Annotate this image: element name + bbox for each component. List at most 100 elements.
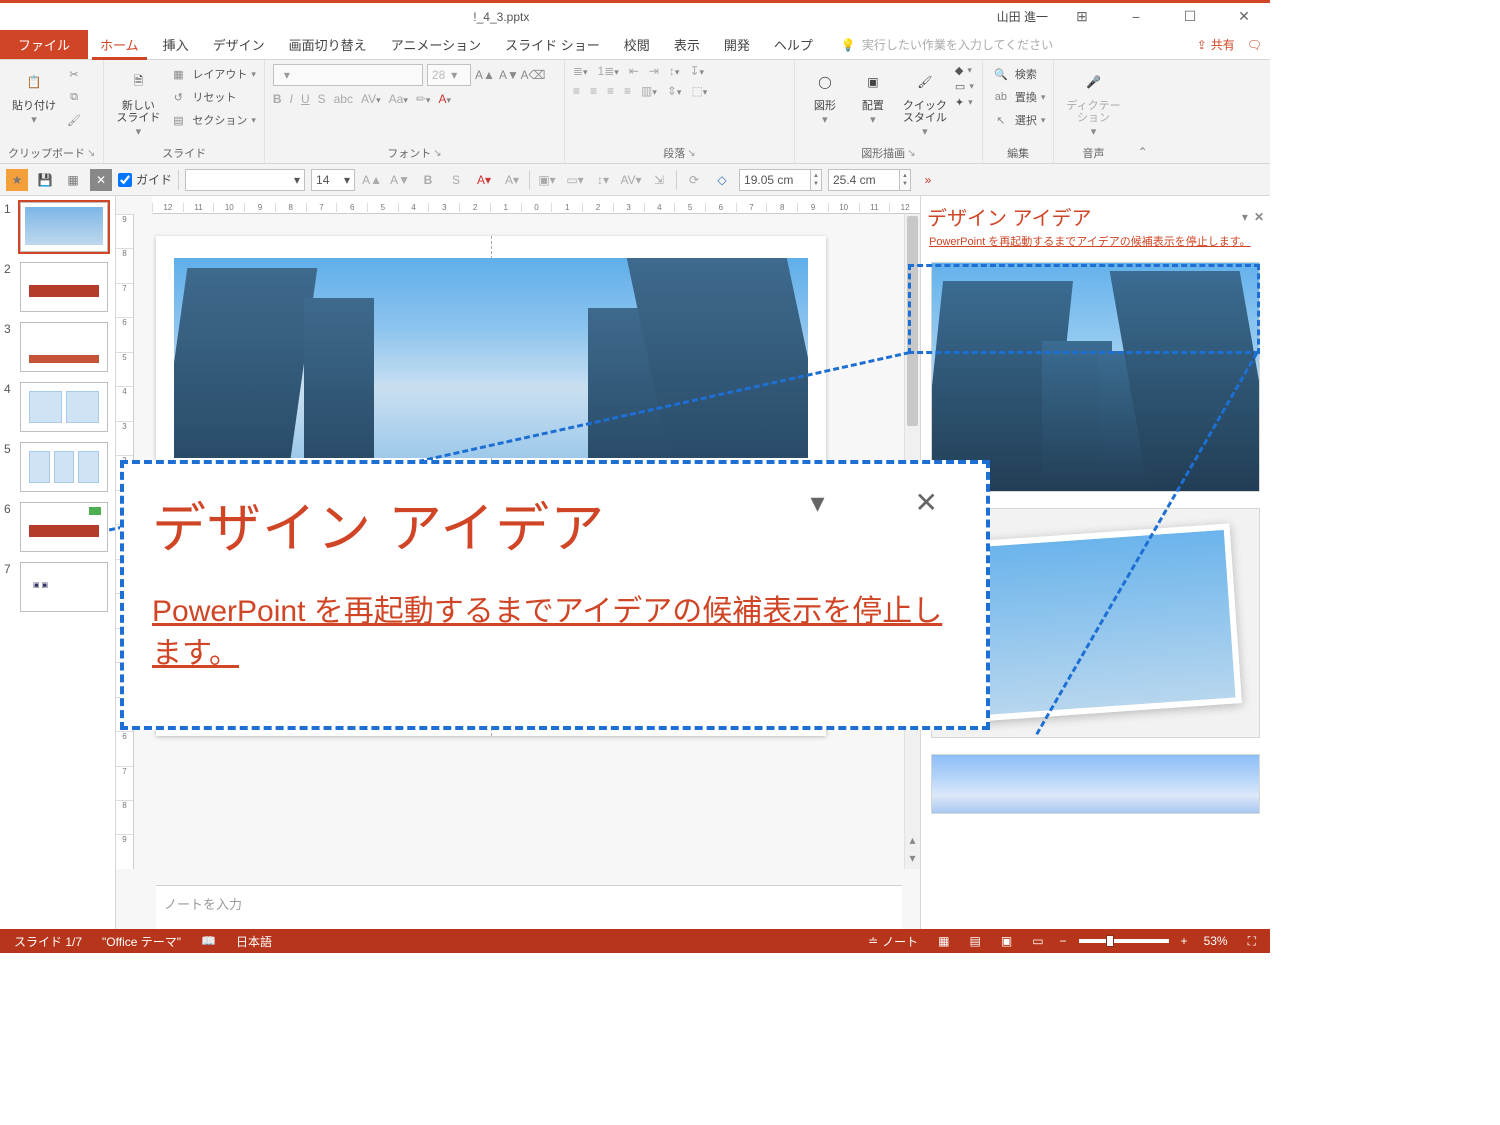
thumb-slide[interactable]: 7▣ ▣ [4,562,111,612]
bold-button[interactable]: B [417,169,439,191]
launcher-icon[interactable]: ↘ [433,148,441,159]
close-button[interactable]: ✕ [1224,8,1264,25]
zoom-percent[interactable]: 53% [1194,934,1238,948]
language-indicator[interactable]: 日本語 [226,933,282,950]
align-center-button[interactable]: ≡ [590,84,597,98]
design-idea-item[interactable] [931,262,1260,492]
columns-button[interactable]: ▥▾ [641,84,657,98]
slideshow-view-icon[interactable]: ▭ [1022,934,1053,948]
font-size-combo[interactable]: 28▾ [427,64,471,86]
height-input[interactable]: 25.4 cm [828,169,900,191]
tab-review[interactable]: 校閲 [612,30,662,59]
theme-name[interactable]: "Office テーマ" [92,933,191,950]
callout-menu-icon[interactable]: ▾ [810,486,824,519]
justify-button[interactable]: ≡ [624,84,631,98]
tab-developer[interactable]: 開発 [712,30,762,59]
spell-check-icon[interactable]: 📖 [191,934,226,948]
collapse-ribbon-button[interactable]: ⌃ [1133,60,1153,163]
linespace-icon[interactable]: ↕▾ [592,169,614,191]
reading-view-icon[interactable]: ▣ [991,934,1022,948]
spacing-button[interactable]: AV▾ [361,92,381,106]
thumb-slide[interactable]: 4 [4,382,111,432]
tab-transitions[interactable]: 画面切り替え [277,30,379,59]
indent-dec-button[interactable]: ⇤ [629,64,639,78]
pane-close-icon[interactable]: ✕ [1254,210,1264,224]
shrink-font-icon[interactable]: A▼ [389,169,411,191]
grow-font-icon[interactable]: A▲ [475,65,495,85]
callout-stop-link[interactable]: PowerPoint を再起動するまでアイデアの候補表示を停止します。 [152,591,958,675]
thumb-slide[interactable]: 5 [4,442,111,492]
bullets-button[interactable]: ≣▾ [573,64,588,78]
tab-file[interactable]: ファイル [0,30,88,59]
zoom-in-button[interactable]: + [1175,934,1194,948]
reset-button[interactable]: ↺リセット [168,87,256,107]
text-direction-button[interactable]: ↧▾ [689,64,704,78]
guide-checkbox[interactable]: ガイド [118,171,172,188]
spacing-icon[interactable]: AV▾ [620,169,642,191]
tab-design[interactable]: デザイン [201,30,277,59]
user-name[interactable]: 山田 進一 [997,8,1048,25]
cut-button[interactable]: ✂ [64,64,84,84]
grid-icon[interactable]: ▦ [62,169,84,191]
thumb-slide[interactable]: 3 [4,322,111,372]
callout-close-icon[interactable]: ✕ [915,486,938,519]
shape-icon[interactable]: ◇ [711,169,733,191]
fit-window-icon[interactable]: ⛶ [1238,934,1266,949]
layout-button[interactable]: ▦レイアウト▾ [168,64,256,84]
bold-button[interactable]: B [273,92,282,106]
scrollbar-thumb[interactable] [907,216,918,426]
shape-fill-button[interactable]: ◆▾ [955,64,974,77]
tab-view[interactable]: 表示 [662,30,712,59]
prev-slide-icon[interactable]: ▴ [905,833,920,851]
launcher-icon[interactable]: ↘ [907,148,915,159]
font-name-combo[interactable]: ▾ [273,64,423,86]
share-button[interactable]: ⇪ 共有 [1197,36,1235,53]
align-icon[interactable]: ⇲ [648,169,670,191]
align-text-button[interactable]: ⇕▾ [667,84,682,98]
section-button[interactable]: ▤セクション▾ [168,110,256,130]
next-slide-icon[interactable]: ▾ [905,851,920,869]
width-input[interactable]: 19.05 cm [739,169,811,191]
launcher-icon[interactable]: ↘ [87,148,95,159]
spinner[interactable]: ▲▼ [900,169,911,191]
numbering-button[interactable]: 1≣▾ [598,64,619,78]
tab-slideshow[interactable]: スライド ショー [493,30,612,59]
tab-animations[interactable]: アニメーション [379,30,493,59]
clear-format-icon[interactable]: A⌫ [523,65,543,85]
format-painter-button[interactable]: 🖌 [64,110,84,130]
close-pane-icon[interactable]: ✕ [90,169,112,191]
case-button[interactable]: Aa▾ [389,92,408,106]
copy-button[interactable]: ⧉ [64,87,84,107]
shapes-button[interactable]: ◯図形▾ [803,64,847,128]
new-slide-button[interactable]: 🗎 新しい スライド ▾ [112,64,164,140]
strike-button[interactable]: abc [334,92,353,106]
smartart-button[interactable]: ⬚▾ [691,84,707,98]
tab-home[interactable]: ホーム [88,30,151,59]
notes-toggle[interactable]: ≐ ノート [858,933,928,950]
zoom-out-button[interactable]: − [1054,934,1073,948]
find-button[interactable]: 🔍検索 [991,64,1046,84]
tell-me[interactable]: 💡 実行したい作業を入力してください [841,30,1053,59]
thumb-slide[interactable]: 1 [4,202,111,252]
spinner[interactable]: ▲▼ [811,169,822,191]
qat-fontsize-combo[interactable]: 14▾ [311,169,355,191]
normal-view-icon[interactable]: ▦ [928,934,959,948]
tab-help[interactable]: ヘルプ [762,30,825,59]
font-color-button[interactable]: A▾ [438,92,451,106]
grow-font-icon[interactable]: A▲ [361,169,383,191]
indent-inc-button[interactable]: ⇥ [649,64,659,78]
shrink-font-icon[interactable]: A▼ [499,65,519,85]
thumb-slide[interactable]: 6 [4,502,111,552]
strike-button[interactable]: S [445,169,467,191]
underline-button[interactable]: U [301,92,310,106]
tab-insert[interactable]: 挿入 [151,30,201,59]
qat-font-combo[interactable]: ▾ [185,169,305,191]
align-right-button[interactable]: ≡ [607,84,614,98]
select-button[interactable]: ↖選択▾ [991,110,1046,130]
design-idea-item[interactable] [931,754,1260,814]
slide-image[interactable] [174,258,808,458]
quick-style-button[interactable]: 🖌クイック スタイル▾ [899,64,951,140]
arrange-button[interactable]: ▣配置▾ [851,64,895,128]
save-icon[interactable]: 💾 [34,169,56,191]
dictate-button[interactable]: 🎤ディクテー ション▾ [1062,64,1124,140]
